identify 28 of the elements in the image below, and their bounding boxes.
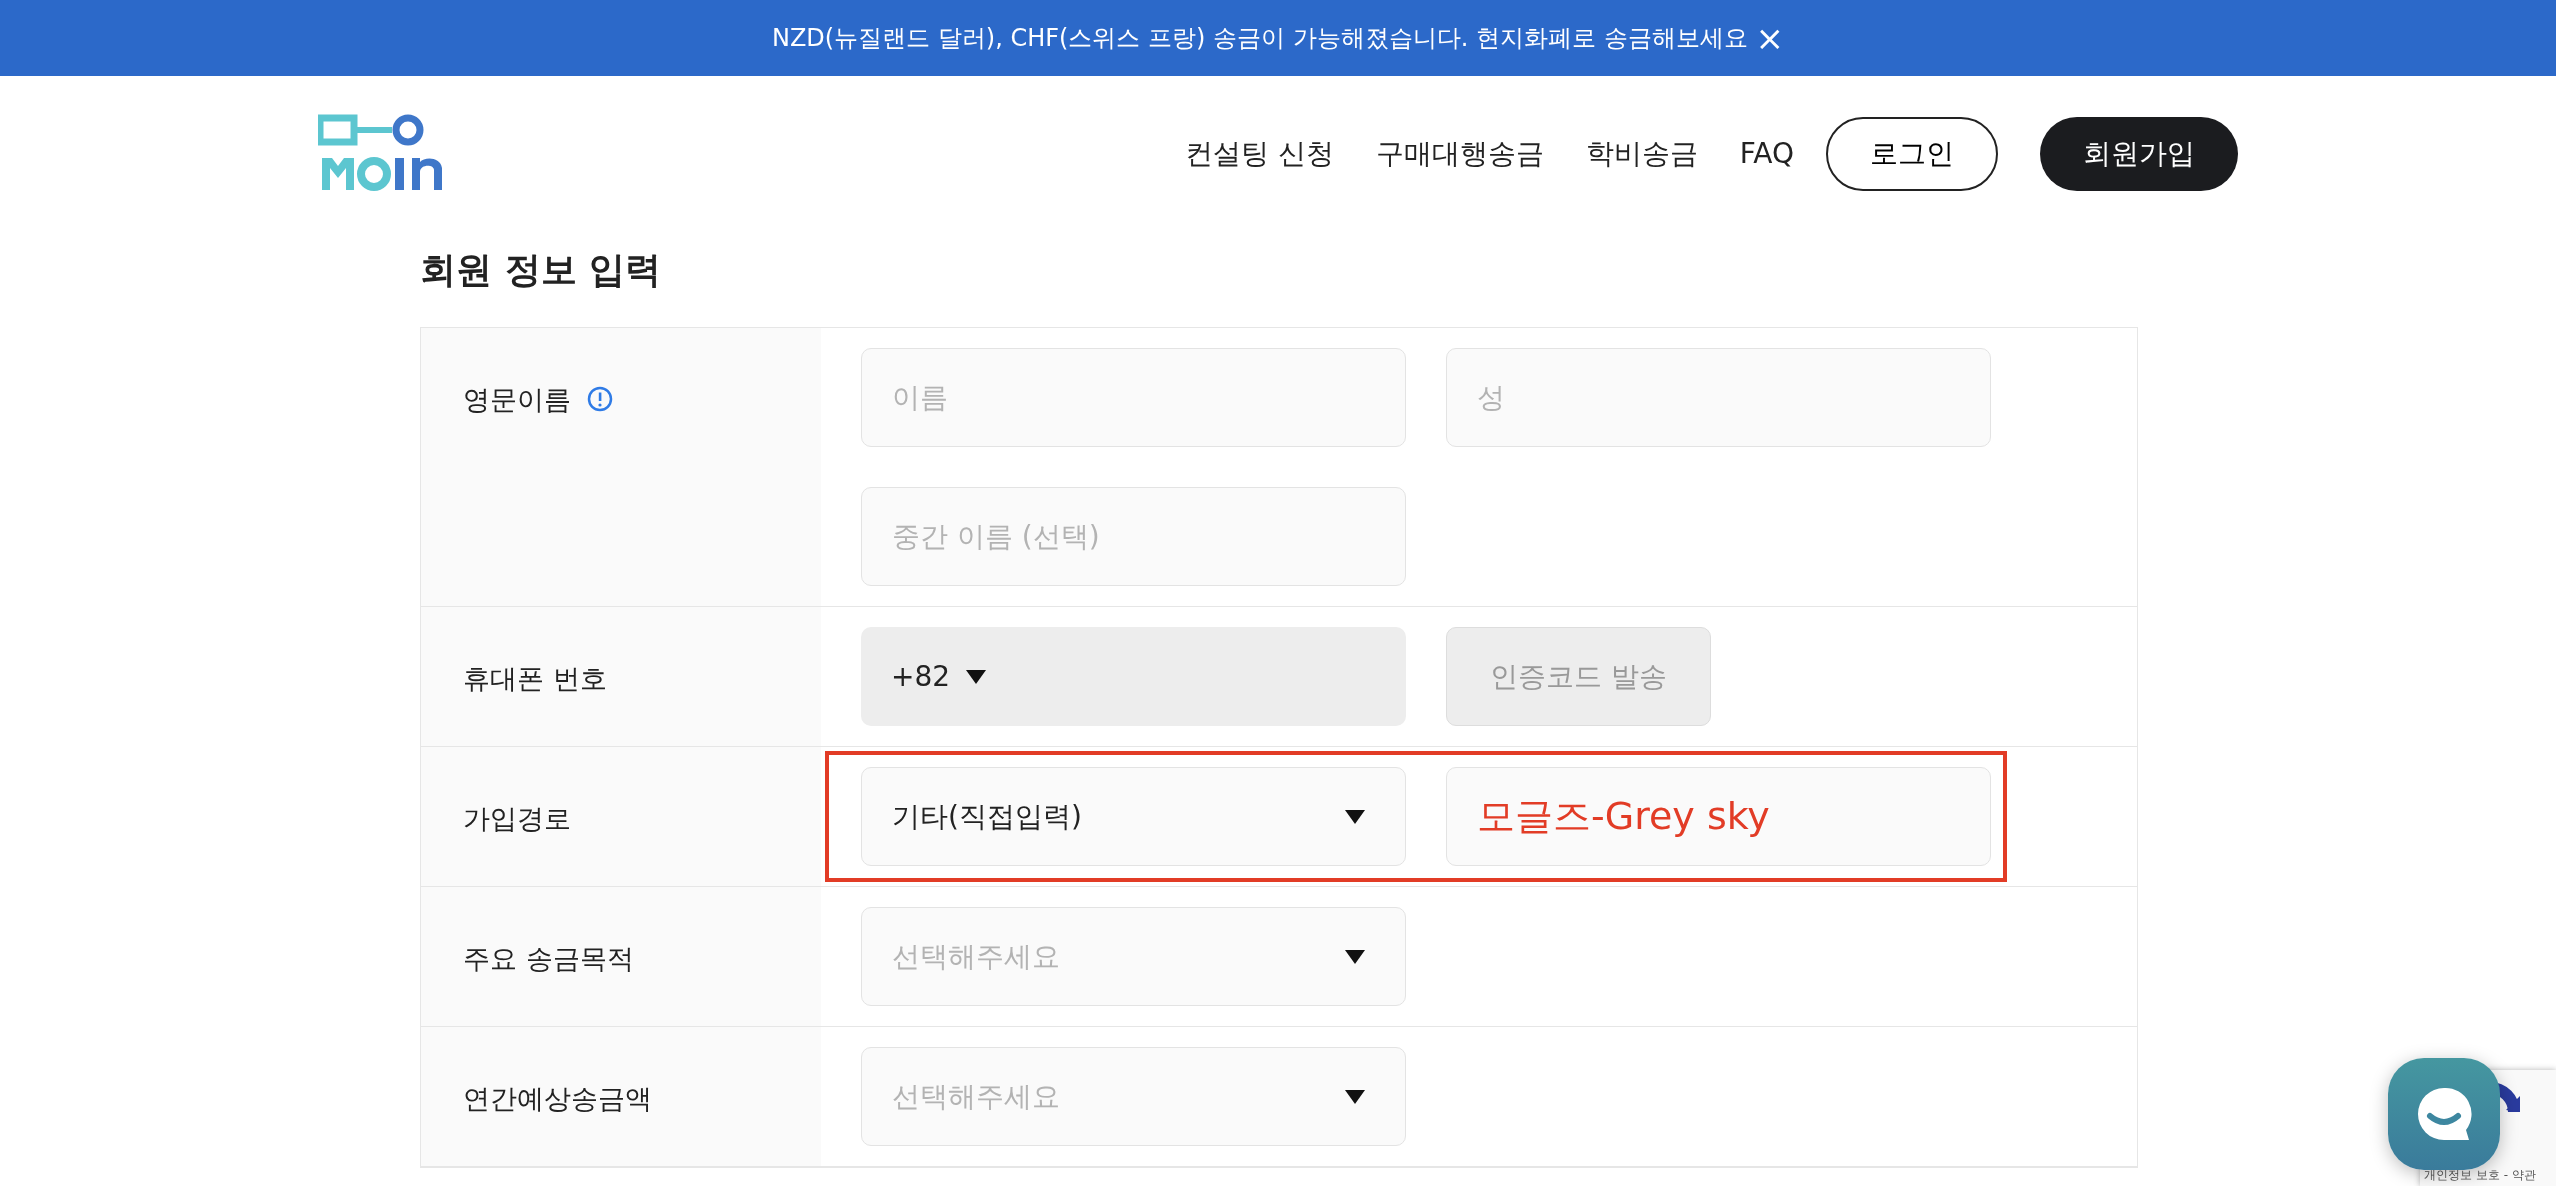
page-title: 회원 정보 입력 bbox=[420, 248, 663, 292]
caret-icon bbox=[1345, 949, 1365, 964]
info-icon bbox=[587, 386, 613, 412]
text-field[interactable]: 모글즈-Grey sky bbox=[1446, 767, 1991, 866]
nav-link[interactable]: 구매대행송금 bbox=[1375, 132, 1544, 175]
chat-button[interactable] bbox=[2388, 1058, 2500, 1170]
close-button[interactable]: × bbox=[1747, 21, 1785, 55]
nav-link[interactable]: 컨설팅 신청 bbox=[1184, 132, 1334, 175]
field-label: 영문이름 bbox=[463, 383, 571, 417]
nav-link[interactable]: 학비송금 bbox=[1585, 132, 1698, 175]
field-label: 가입경로 bbox=[463, 802, 571, 836]
signup-button[interactable]: 회원가입 bbox=[2040, 116, 2238, 191]
banner-text: NZD(뉴질랜드 달러), CHF(스위스 프랑) 송금이 가능해졌습니다. 현지화폐로 송금해보세요 bbox=[771, 23, 1748, 54]
country-code-dropdown[interactable]: +82 bbox=[861, 627, 1406, 726]
text-field[interactable]: 이름 bbox=[861, 348, 1406, 447]
caret-icon bbox=[966, 669, 987, 684]
caret-icon bbox=[1345, 809, 1365, 824]
login-button[interactable]: 로그인 bbox=[1826, 116, 1998, 191]
field-label: 휴대폰 번호 bbox=[463, 662, 607, 696]
nav-link[interactable]: FAQ bbox=[1739, 132, 1794, 175]
text-field[interactable]: 중간 이름 (선택) bbox=[861, 487, 1406, 586]
text-field[interactable]: 성 bbox=[1446, 348, 1991, 447]
field-label: 연간예상송금액 bbox=[463, 1082, 652, 1116]
field-label: 주요 송금목적 bbox=[463, 942, 634, 976]
dropdown[interactable]: 기타(직접입력) bbox=[861, 767, 1406, 866]
caret-icon bbox=[1345, 1089, 1365, 1104]
chat-bubble-icon bbox=[2416, 1086, 2472, 1142]
privacy-terms-text: 개인정보 보호 - 약관 bbox=[2424, 1167, 2536, 1184]
